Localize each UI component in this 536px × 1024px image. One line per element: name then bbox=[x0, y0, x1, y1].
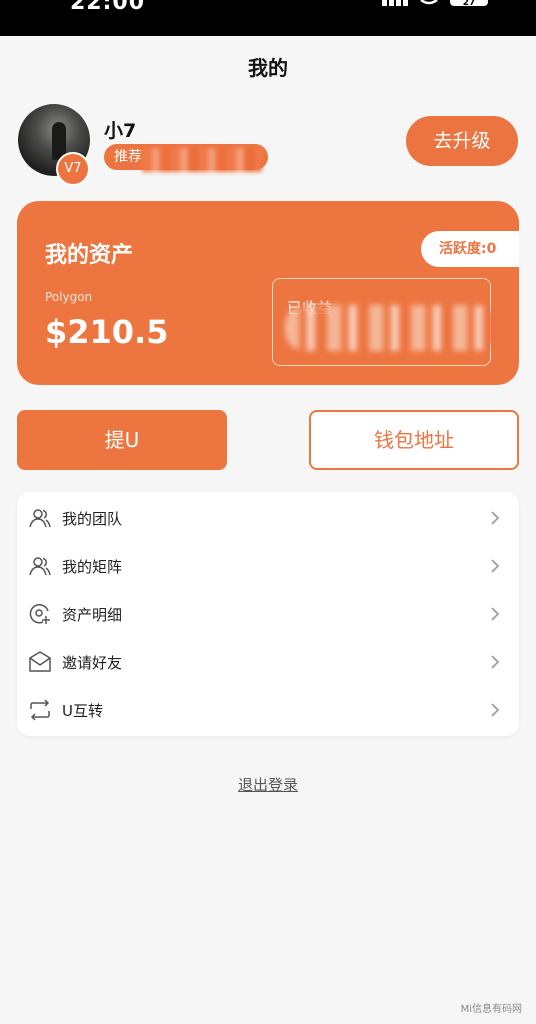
network-label: Polygon bbox=[45, 290, 93, 304]
menu-label: 我的团队 bbox=[62, 510, 123, 528]
menu-item-asset-detail[interactable]: 资产明细 bbox=[17, 590, 519, 638]
asset-detail-icon bbox=[29, 604, 50, 624]
earnings-box: 已收益 bbox=[272, 278, 495, 366]
menu-list: 我的团队 我的矩阵 资产明细 邀请好友 U互转 bbox=[17, 492, 519, 736]
menu-label: 我的矩阵 bbox=[62, 558, 123, 576]
transfer-icon bbox=[30, 699, 50, 721]
invite-icon bbox=[29, 651, 51, 672]
watermark: Mi信息有码网 bbox=[460, 1004, 522, 1015]
referral-code-redacted bbox=[142, 148, 262, 172]
vip-badge: V7 bbox=[56, 152, 90, 186]
username: 小7 bbox=[104, 120, 137, 142]
chevron-right-icon bbox=[491, 703, 500, 717]
activity-badge: 活跃度:0 bbox=[421, 231, 519, 267]
chevron-right-icon bbox=[491, 655, 500, 669]
menu-item-team[interactable]: 我的团队 bbox=[17, 494, 519, 542]
asset-title: 我的资产 bbox=[45, 243, 134, 268]
battery-icon: 27 bbox=[450, 0, 488, 8]
asset-card: 我的资产 活跃度:0 Polygon $210.5 已收益 bbox=[17, 201, 519, 385]
upgrade-button[interactable]: 去升级 bbox=[406, 116, 518, 166]
logout-link[interactable]: 退出登录 bbox=[0, 774, 536, 795]
menu-label: U互转 bbox=[62, 702, 103, 720]
menu-label: 资产明细 bbox=[62, 606, 123, 624]
team-icon bbox=[29, 509, 51, 528]
menu-item-matrix[interactable]: 我的矩阵 bbox=[17, 542, 519, 590]
balance-value: $210.5 bbox=[45, 313, 169, 351]
signal-icon bbox=[382, 0, 408, 6]
withdraw-button[interactable]: 提U bbox=[17, 410, 227, 470]
referral-label: 推荐 bbox=[114, 149, 142, 165]
wifi-icon bbox=[420, 0, 438, 5]
menu-item-transfer[interactable]: U互转 bbox=[17, 686, 519, 734]
menu-item-invite[interactable]: 邀请好友 bbox=[17, 638, 519, 686]
chevron-right-icon bbox=[491, 607, 500, 621]
chevron-right-icon bbox=[491, 559, 500, 573]
status-bar: 22:00 27 bbox=[0, 0, 536, 36]
chevron-right-icon bbox=[491, 511, 500, 525]
status-time: 22:00 bbox=[70, 0, 146, 15]
earnings-value-redacted bbox=[285, 305, 495, 351]
matrix-icon bbox=[29, 557, 51, 576]
wallet-address-button[interactable]: 钱包地址 bbox=[309, 410, 519, 470]
menu-label: 邀请好友 bbox=[62, 654, 123, 672]
page-title: 我的 bbox=[248, 56, 288, 80]
